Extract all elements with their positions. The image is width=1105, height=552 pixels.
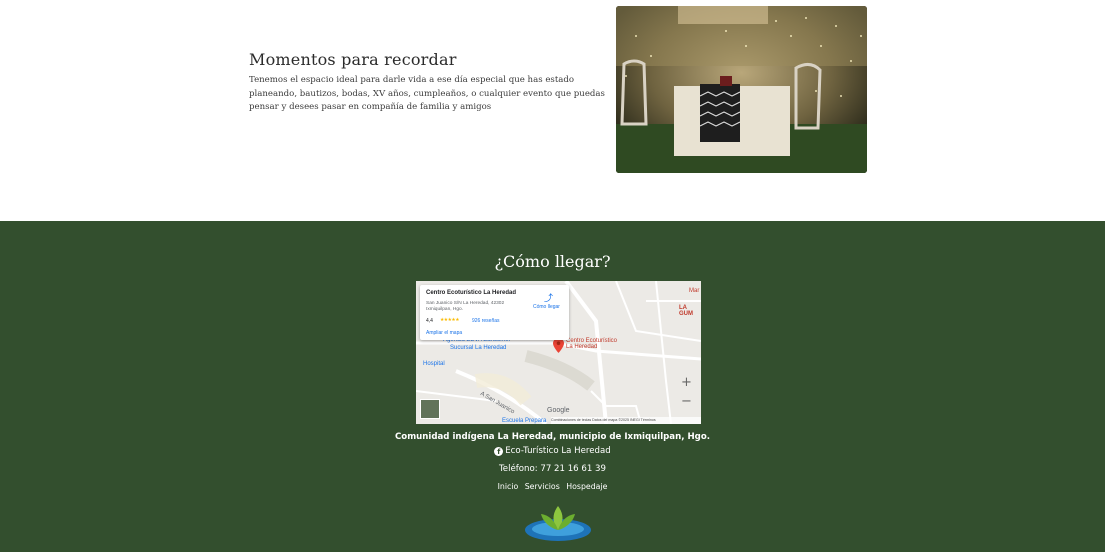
reviews-link[interactable]: 926 reseñas [472,318,500,324]
map-label-hospital: Hospital [423,361,445,367]
events-section: Momentos para recordar Tenemos el espaci… [0,0,1105,221]
facebook-icon: f [494,447,504,456]
event-photo [616,6,867,173]
lotus-logo-icon [525,506,591,541]
enlarge-map-link[interactable]: Ampliar el mapa [426,330,462,336]
google-logo: Google [547,407,570,414]
nav-servicios-link[interactable]: Servicios [525,482,560,491]
footer: ¿Cómo llegar? Mar LA GUM Agencia BBVA Ba… [0,221,1105,552]
map-attribution: Combinaciones de teclas Datos del mapa ©… [551,417,701,424]
facebook-label[interactable]: Eco-Turístico La Heredad [505,446,611,456]
footer-nav: Inicio Servicios Hospedaje [0,482,1105,491]
map-pin-icon[interactable] [553,338,564,353]
section-title: Momentos para recordar [249,50,457,69]
zoom-in-button[interactable]: + [678,374,695,391]
community-address: Comunidad indígena La Heredad, municipio… [395,432,710,442]
map-label-la-gum: LA GUM [679,305,693,317]
directions-link[interactable]: Cómo llegar [533,304,560,310]
facebook-link[interactable]: f Eco-Turístico La Heredad [0,446,1105,456]
nav-hospedaje-link[interactable]: Hospedaje [566,482,607,491]
phone-number: Teléfono: 77 21 16 61 39 [499,464,606,474]
map-pin-label-2: La Heredad [566,344,598,350]
satellite-toggle[interactable] [420,399,440,419]
nav-inicio-link[interactable]: Inicio [498,482,519,491]
section-description: Tenemos el espacio ideal para darle vida… [249,75,605,113]
map-place-card: Centro Ecoturístico La Heredad San Juani… [420,285,569,340]
how-to-get-title: ¿Cómo llegar? [494,252,611,271]
place-address: San Juanico S/N La Heredad, 42302 Ixmiqu… [426,301,505,312]
directions-icon[interactable]: ⤴ [544,291,553,304]
embedded-map[interactable]: Mar LA GUM Agencia BBVA Bancomer Sucursa… [416,281,701,424]
place-rating: 4,4 [426,318,433,324]
map-label-mar: Mar [689,288,700,294]
zoom-out-button[interactable]: − [678,393,695,410]
map-label-school: Escuela Prepara [502,418,547,424]
map-label-bank-2: Sucursal La Heredad [450,345,507,351]
rating-stars-icon: ★★★★★ [440,318,460,323]
place-name: Centro Ecoturístico La Heredad [426,290,517,296]
